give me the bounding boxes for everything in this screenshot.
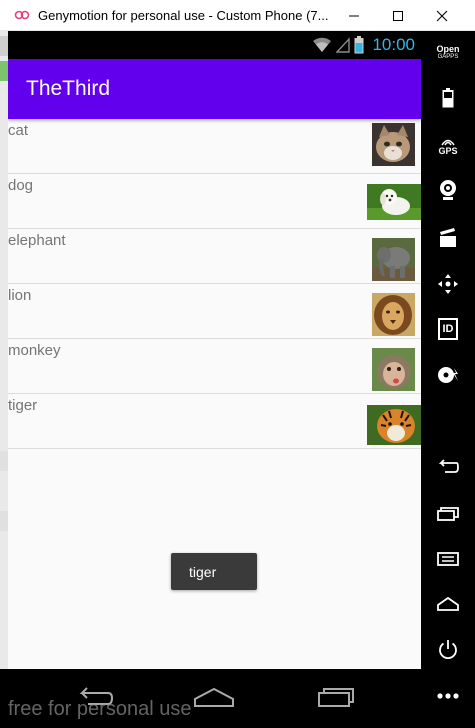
list-item[interactable]: cat [8, 119, 421, 174]
list-item[interactable]: lion [8, 284, 421, 339]
power-icon [439, 640, 457, 660]
toast-message: tiger [171, 553, 257, 590]
list-item-label: tiger [8, 397, 38, 414]
emulator-toolbar: Open GAPPS GPS ID [421, 31, 475, 728]
window-titlebar: Genymotion for personal use - Custom Pho… [0, 0, 475, 31]
list-item-label: lion [8, 287, 32, 304]
media-button[interactable] [421, 220, 475, 256]
menu-icon [437, 552, 459, 566]
list-item[interactable]: elephant [8, 229, 421, 284]
home-icon [437, 596, 459, 611]
gps-button[interactable]: GPS [421, 129, 475, 165]
device-id-icon: ID [438, 318, 458, 340]
frame-stub [0, 511, 8, 531]
gps-icon: GPS [438, 138, 458, 156]
signal-icon [336, 37, 351, 53]
gapps-label-line2: GAPPS [437, 54, 459, 60]
home-icon [194, 687, 234, 707]
minimize-icon [349, 15, 359, 16]
maximize-button[interactable] [378, 0, 418, 31]
disk-io-icon [438, 367, 458, 383]
window-title: Genymotion for personal use - Custom Pho… [38, 8, 329, 23]
watermark-text: free for personal use [8, 698, 192, 720]
nav-home-button[interactable] [184, 677, 244, 717]
frame-stub [0, 451, 8, 471]
device-frame-left [0, 31, 8, 669]
gps-signal-icon [441, 139, 455, 146]
tiger-photo [367, 405, 421, 445]
android-screen: 10:00 TheThird cat dog elephant lion mon… [8, 31, 421, 669]
back-icon [438, 459, 459, 473]
app-bar: TheThird [8, 59, 421, 119]
nav-recents-button[interactable] [306, 677, 366, 717]
wifi-icon [313, 37, 332, 52]
list-item-label: elephant [8, 232, 66, 249]
status-bar: 10:00 [8, 31, 421, 59]
battery-status-icon [354, 36, 364, 54]
frame-stub [0, 36, 8, 56]
battery-icon [442, 88, 454, 108]
webcam-icon [440, 180, 456, 200]
maximize-icon [393, 10, 403, 21]
battery-button[interactable] [421, 80, 475, 116]
more-icon [437, 693, 459, 699]
gapps-label-line1: Open [436, 44, 460, 54]
toolbar-back-button[interactable] [421, 449, 475, 485]
dpad-button[interactable] [421, 266, 475, 302]
list-item-label: monkey [8, 342, 61, 359]
dpad-move-icon [438, 274, 458, 294]
power-button[interactable] [421, 632, 475, 668]
toolbar-menu-button[interactable] [421, 541, 475, 577]
webcam-button[interactable] [421, 172, 475, 208]
close-button[interactable] [422, 0, 462, 31]
disk-io-button[interactable] [421, 357, 475, 393]
gps-label: GPS [438, 146, 458, 156]
media-clapper-icon [440, 228, 456, 247]
list-item[interactable]: tiger [8, 394, 421, 449]
frame-stub [0, 61, 8, 81]
genymotion-logo-icon [14, 10, 30, 20]
app-title: TheThird [26, 77, 111, 100]
list-item[interactable]: monkey [8, 339, 421, 394]
list-item-label: cat [8, 122, 29, 139]
monkey-photo [372, 348, 415, 391]
device-id-label: ID [442, 323, 454, 335]
cat-photo [372, 123, 415, 166]
device-id-button[interactable]: ID [421, 311, 475, 347]
list-item[interactable]: dog [8, 174, 421, 229]
more-button[interactable] [421, 678, 475, 714]
open-gapps-icon: Open GAPPS [436, 45, 459, 61]
dog-photo [367, 184, 421, 220]
elephant-photo [372, 238, 415, 281]
recent-apps-icon [437, 507, 459, 521]
lion-photo [372, 293, 415, 336]
status-clock: 10:00 [372, 35, 415, 54]
toolbar-recents-button[interactable] [421, 496, 475, 532]
close-icon [436, 10, 448, 21]
animal-list: cat dog elephant lion monkey tiger [8, 119, 421, 449]
recent-apps-icon [318, 688, 354, 707]
minimize-button[interactable] [334, 0, 374, 31]
open-gapps-button[interactable]: Open GAPPS [421, 35, 475, 71]
list-item-label: dog [8, 177, 34, 194]
toolbar-home-button[interactable] [421, 586, 475, 622]
